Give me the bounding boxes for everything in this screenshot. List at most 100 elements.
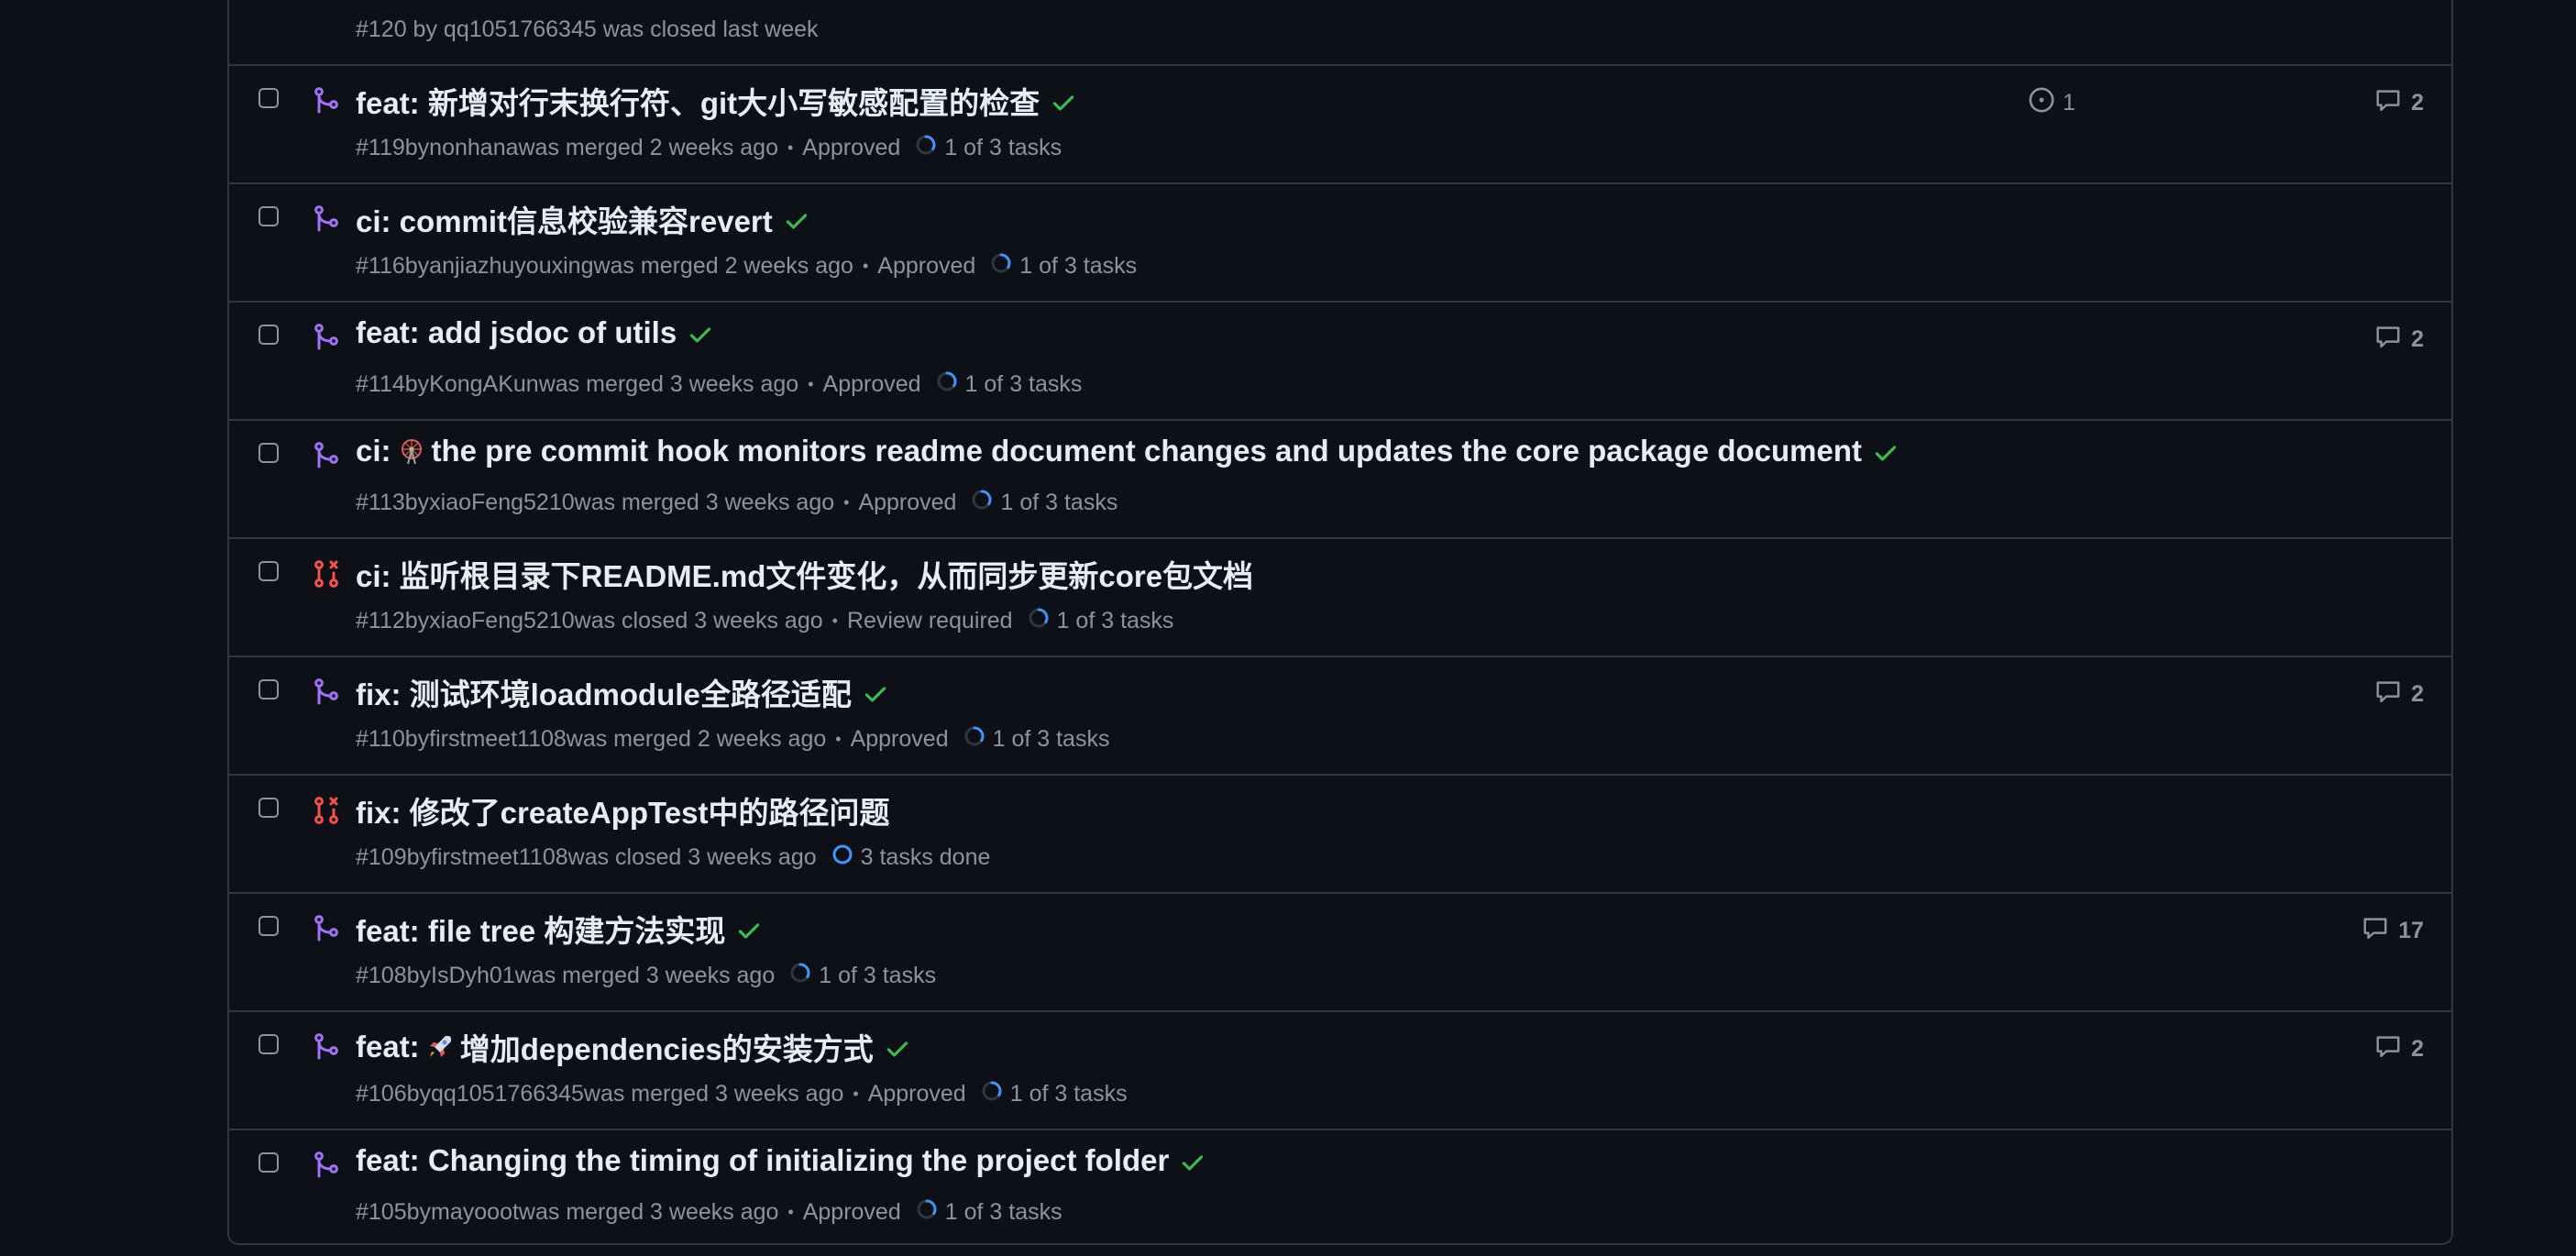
review-status-link[interactable]: Approved bbox=[803, 1199, 901, 1226]
pr-title-text: feat: 新增对行末换行符、git大小写敏感配置的检查 bbox=[356, 86, 1040, 120]
comments-link[interactable]: 2 bbox=[2374, 1032, 2424, 1066]
progress-circle-icon bbox=[915, 134, 944, 162]
review-status-link[interactable]: Approved bbox=[802, 135, 900, 161]
select-checkbox[interactable] bbox=[259, 443, 279, 463]
select-checkbox[interactable] bbox=[259, 679, 279, 700]
pr-meta: #110 by firstmeet1108 was merged 2 weeks… bbox=[356, 725, 1109, 754]
pr-title-link[interactable]: feat: file tree 构建方法实现 bbox=[356, 907, 762, 951]
comments-link[interactable]: 2 bbox=[2374, 86, 2424, 120]
pr-status: was merged 2 weeks ago bbox=[518, 135, 778, 160]
check-passed-icon[interactable] bbox=[784, 206, 809, 232]
pr-meta: #113 by xiaoFeng5210 was merged 3 weeks … bbox=[356, 489, 1117, 517]
review-status-link[interactable]: Approved bbox=[823, 371, 921, 398]
pr-meta: #114 by KongAKun was merged 3 weeks ago •… bbox=[356, 370, 1082, 399]
comments-link[interactable]: 17 bbox=[2361, 914, 2424, 948]
comments-count: 2 bbox=[2411, 1036, 2424, 1062]
tasks-text: 3 tasks done bbox=[860, 844, 991, 870]
review-status-link[interactable]: Review required bbox=[847, 608, 1013, 634]
pr-meta: #112 by xiaoFeng5210 was closed 3 weeks … bbox=[356, 607, 1173, 635]
pr-title-text: fix: 修改了createAppTest中的路径问题 bbox=[356, 796, 890, 830]
linked-issues-link[interactable]: 1 bbox=[2028, 86, 2075, 120]
pr-author-link[interactable]: firstmeet1108 bbox=[429, 726, 567, 753]
pr-number: #106 bbox=[356, 1081, 407, 1107]
pr-number: #110 bbox=[356, 726, 405, 752]
pr-author-link[interactable]: xiaoFeng5210 bbox=[429, 608, 574, 634]
progress-circle-icon bbox=[1028, 607, 1057, 635]
check-passed-icon[interactable] bbox=[736, 916, 762, 942]
tasks-text: 1 of 3 tasks bbox=[1009, 1081, 1128, 1107]
comment-icon bbox=[2374, 323, 2411, 357]
review-status-link[interactable]: Approved bbox=[858, 490, 956, 516]
select-checkbox[interactable] bbox=[259, 561, 279, 581]
pr-by: by bbox=[406, 1081, 432, 1107]
check-passed-icon[interactable] bbox=[1180, 1148, 1205, 1173]
pull-requests-page: #120 by qq1051766345 was closed last wee… bbox=[0, 0, 2576, 1256]
pr-meta: #105 by mayooot was merged 3 weeks ago • A… bbox=[356, 1198, 1062, 1227]
pull-request-row: ci: commit信息校验兼容revert #116 by anjiazhuyo… bbox=[229, 182, 2451, 301]
pr-title-link[interactable]: ci: 监听根目录下README.md文件变化，从而同步更新core包文档 bbox=[356, 552, 1253, 596]
pull-request-row-partial: #120 by qq1051766345 was closed last wee… bbox=[229, 0, 2451, 64]
merged-pr-icon bbox=[312, 1032, 341, 1062]
pr-author-link[interactable]: xiaoFeng5210 bbox=[429, 490, 574, 516]
comments-link[interactable]: 2 bbox=[2374, 323, 2424, 357]
pr-author-link[interactable]: mayooot bbox=[431, 1199, 519, 1226]
pr-title-link[interactable]: feat: Changing the timing of initializin… bbox=[356, 1143, 1205, 1178]
pr-title-link[interactable]: ci: commit信息校验兼容revert bbox=[356, 197, 809, 241]
pr-meta: #120 by qq1051766345 was closed last wee… bbox=[356, 17, 819, 42]
pr-by: by bbox=[404, 253, 430, 279]
pr-number: #114 bbox=[356, 371, 405, 397]
pr-title-text: feat: Changing the timing of initializin… bbox=[356, 1143, 1170, 1177]
pr-author-link[interactable]: anjiazhuyouxing bbox=[429, 253, 593, 280]
separator-dot: • bbox=[787, 1203, 794, 1221]
pr-status: was closed 3 weeks ago bbox=[567, 844, 817, 870]
pr-title-link[interactable]: fix: 测试环境loadmodule全路径适配 bbox=[356, 670, 888, 714]
pr-title-text: feat: add jsdoc of utils bbox=[356, 315, 677, 349]
check-passed-icon[interactable] bbox=[885, 1034, 910, 1060]
select-checkbox[interactable] bbox=[259, 1034, 279, 1054]
progress-circle-icon bbox=[990, 252, 1019, 281]
check-passed-icon[interactable] bbox=[863, 679, 888, 705]
pr-author-link[interactable]: IsDyh01 bbox=[431, 963, 515, 989]
separator-dot: • bbox=[831, 611, 838, 630]
pull-request-row: feat: 增加dependencies的安装方式 #106 by qq10517… bbox=[229, 1010, 2451, 1129]
review-status-link[interactable]: Approved bbox=[851, 726, 949, 753]
review-status-link[interactable]: Approved bbox=[868, 1081, 966, 1107]
pr-title-link[interactable]: fix: 修改了createAppTest中的路径问题 bbox=[356, 788, 889, 832]
select-checkbox[interactable] bbox=[259, 916, 279, 936]
check-passed-icon[interactable] bbox=[1873, 438, 1899, 464]
pr-title-text: the pre commit hook monitors readme docu… bbox=[431, 434, 1863, 468]
pr-by: by bbox=[404, 608, 430, 634]
pr-by: by bbox=[404, 490, 430, 515]
separator-dot: • bbox=[808, 375, 814, 393]
pr-by: by bbox=[406, 1199, 432, 1225]
pr-title-link[interactable]: ci: the pre commit hook monitors readme … bbox=[356, 434, 1899, 468]
check-passed-icon[interactable] bbox=[1051, 88, 1076, 114]
select-checkbox[interactable] bbox=[259, 88, 279, 108]
tasks-text: 1 of 3 tasks bbox=[1019, 253, 1138, 279]
comments-link[interactable]: 2 bbox=[2374, 678, 2424, 711]
check-passed-icon[interactable] bbox=[688, 320, 713, 346]
progress-circle-icon bbox=[971, 489, 1000, 517]
select-checkbox[interactable] bbox=[259, 1152, 279, 1173]
pr-author-link[interactable]: firstmeet1108 bbox=[431, 844, 568, 871]
review-status-link[interactable]: Approved bbox=[877, 253, 975, 280]
pr-title-link[interactable]: feat: add jsdoc of utils bbox=[356, 315, 713, 350]
pr-title-link[interactable]: feat: 新增对行末换行符、git大小写敏感配置的检查 bbox=[356, 79, 1076, 123]
pr-status: was merged 3 weeks ago bbox=[574, 490, 835, 515]
pr-number: #108 bbox=[356, 963, 407, 988]
pr-by: by bbox=[406, 844, 432, 870]
pr-status: was merged 3 weeks ago bbox=[538, 371, 799, 397]
pr-author-link[interactable]: KongAKun bbox=[429, 371, 539, 398]
pull-request-row: feat: file tree 构建方法实现 #108 by IsDyh01 wa… bbox=[229, 892, 2451, 1010]
progress-circle-icon bbox=[916, 1198, 945, 1227]
merged-pr-icon bbox=[312, 204, 341, 234]
merged-pr-icon bbox=[312, 441, 341, 470]
pr-title-link[interactable]: feat: 增加dependencies的安装方式 bbox=[356, 1025, 910, 1069]
tasks-progress: 1 of 3 tasks bbox=[1028, 607, 1173, 635]
select-checkbox[interactable] bbox=[259, 206, 279, 226]
tasks-progress: 1 of 3 tasks bbox=[981, 1080, 1128, 1108]
select-checkbox[interactable] bbox=[259, 325, 279, 345]
pr-author-link[interactable]: nonhana bbox=[429, 135, 518, 161]
select-checkbox[interactable] bbox=[259, 798, 279, 818]
pr-author-link[interactable]: qq1051766345 bbox=[431, 1081, 584, 1107]
